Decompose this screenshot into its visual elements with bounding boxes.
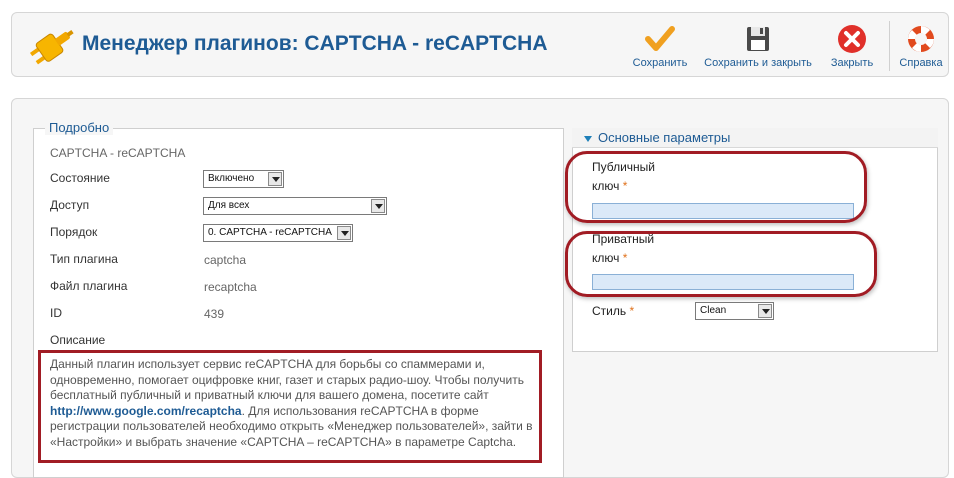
access-label: Доступ [50,198,90,212]
state-select[interactable]: Включено [203,170,284,188]
toolbar-divider [889,21,890,71]
chevron-down-icon [371,199,385,213]
plugin-file-value: recaptcha [204,280,257,294]
style-label: Стиль * [592,302,634,321]
state-label: Состояние [50,171,110,185]
description-part1: Данный плагин использует сервис reCAPTCH… [50,357,525,402]
style-label-text: Стиль [592,304,627,318]
help-button[interactable]: Справка [896,23,946,73]
save-and-close-button[interactable]: Сохранить и закрыть [702,23,814,73]
state-select-value: Включено [208,173,255,184]
recaptcha-link[interactable]: http://www.google.com/recaptcha [50,404,242,418]
style-select-value: Clean [700,305,727,316]
toolbar: Менеджер плагинов: CAPTCHA - reCAPTCHA С… [11,12,949,77]
access-select-value: Для всех [208,200,250,211]
id-value: 439 [204,307,225,321]
required-mark: * [629,304,635,318]
style-select[interactable]: Clean [695,302,774,320]
chevron-down-icon [268,172,282,186]
plugin-type-label: Тип плагина [50,252,118,266]
description-text: Данный плагин использует сервис reCAPTCH… [50,357,534,450]
save-and-close-label: Сохранить и закрыть [704,57,812,69]
close-label: Закрыть [830,57,874,69]
private-key-highlight [565,231,877,297]
save-button[interactable]: Сохранить [630,23,690,73]
plugin-type-value: captcha [204,253,247,267]
description-label: Описание [50,333,106,347]
id-label: ID [50,306,62,320]
chevron-down-icon [337,226,351,240]
access-select[interactable]: Для всех [203,197,387,215]
order-select[interactable]: 0. CAPTCHA - reCAPTCHA [203,224,353,242]
triangle-down-icon [584,136,592,142]
checkmark-icon [645,26,675,51]
order-label: Порядок [50,225,98,239]
plugin-icon [29,30,74,65]
public-key-highlight [565,151,867,223]
params-title: Основные параметры [598,130,731,145]
chevron-down-icon [758,304,772,318]
help-label: Справка [899,57,943,69]
close-icon [838,25,866,53]
save-label: Сохранить [632,57,688,69]
page-title: Менеджер плагинов: CAPTCHA - reCAPTCHA [82,32,548,55]
close-button[interactable]: Закрыть [826,23,878,73]
floppy-disk-icon [747,27,769,51]
plugin-name: CAPTCHA - reCAPTCHA [50,146,186,160]
details-legend: Подробно [45,120,114,135]
plugin-file-label: Файл плагина [50,279,128,293]
lifebuoy-icon [908,26,934,52]
order-select-value: 0. CAPTCHA - reCAPTCHA [208,227,332,238]
